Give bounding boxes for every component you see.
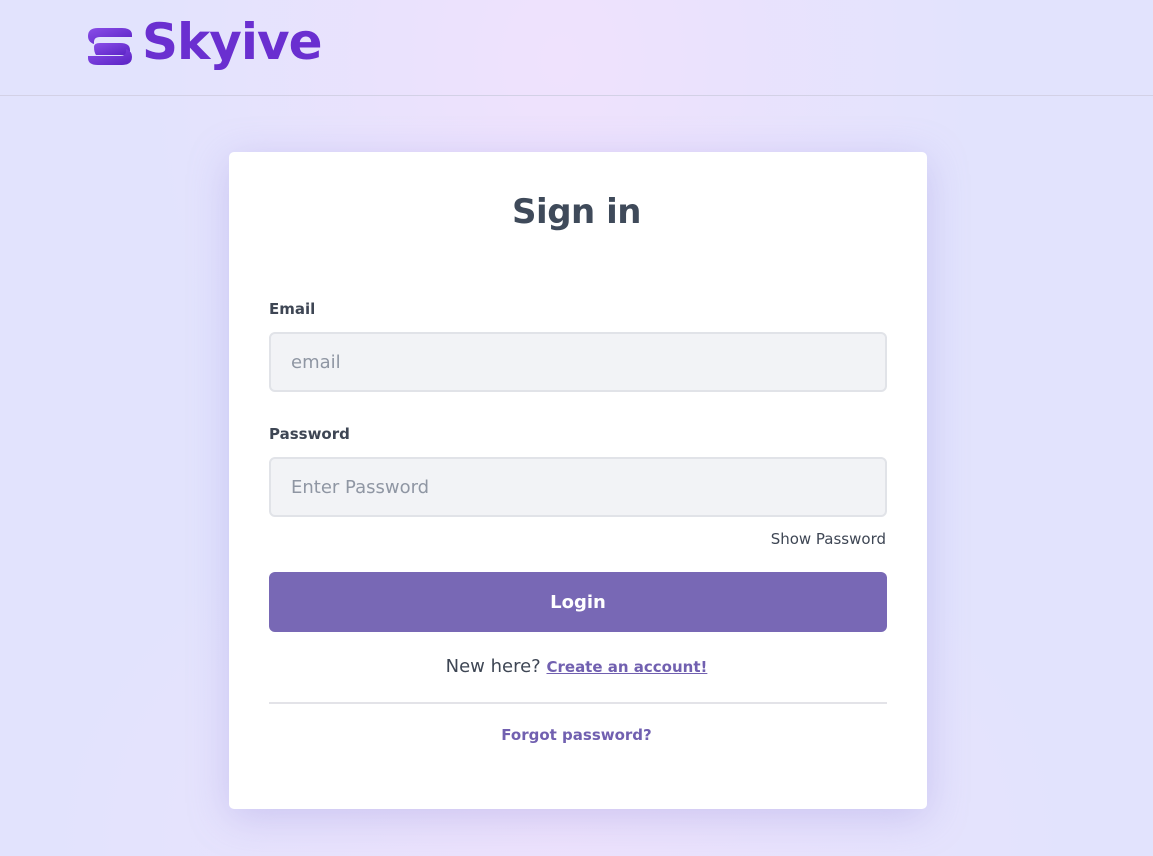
show-password-toggle[interactable]: Show Password — [771, 530, 886, 548]
signup-prompt: New here? Create an account! — [0, 656, 1153, 677]
top-bar: Skyive — [0, 0, 1153, 96]
divider — [269, 702, 887, 704]
email-label: Email — [269, 300, 316, 318]
password-input[interactable] — [269, 457, 887, 517]
forgot-password-link[interactable]: Forgot password? — [0, 726, 1153, 744]
page-title: Sign in — [512, 192, 641, 232]
create-account-link[interactable]: Create an account! — [546, 658, 707, 676]
login-button[interactable]: Login — [269, 572, 887, 632]
logo-icon — [88, 28, 132, 65]
new-here-text: New here? — [445, 656, 541, 677]
brand-name: Skyive — [142, 13, 322, 71]
password-label: Password — [269, 425, 350, 443]
email-input[interactable] — [269, 332, 887, 392]
brand-logo[interactable]: Skyive — [84, 14, 322, 78]
